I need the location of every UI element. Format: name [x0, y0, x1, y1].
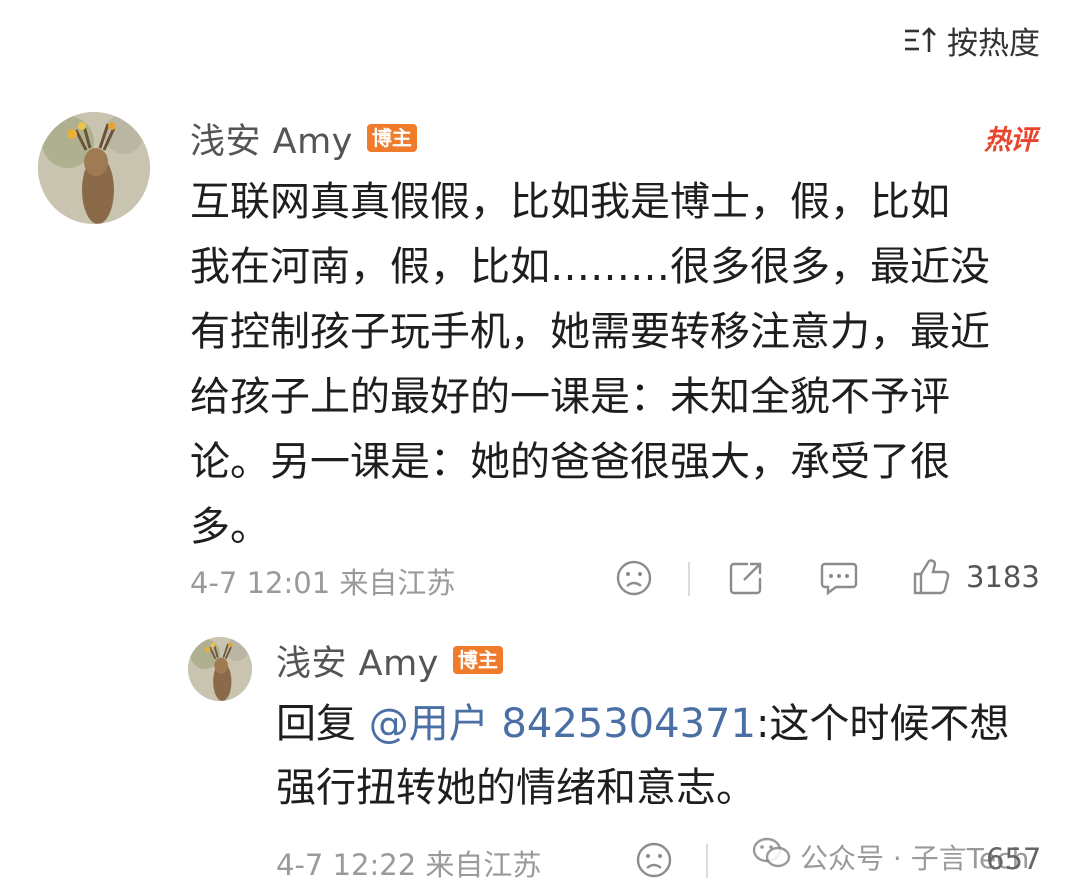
avatar[interactable]	[38, 112, 150, 224]
reply-author-row: 浅安 Amy 博主	[276, 636, 503, 684]
reply-avatar[interactable]	[188, 637, 252, 701]
wechat-icon	[752, 836, 792, 877]
comment-username[interactable]: 浅安 Amy	[190, 113, 353, 164]
comment-timestamp: 4-7 12:01 来自江苏	[190, 566, 456, 600]
mention-link[interactable]: @用户 8425304371	[369, 701, 756, 747]
sad-face-icon[interactable]	[614, 558, 654, 598]
comment-icon[interactable]	[818, 558, 860, 598]
reply-prefix: 回复	[276, 701, 369, 747]
sort-icon	[903, 25, 937, 55]
comment-author-row: 浅安 Amy 博主	[190, 114, 417, 162]
comment-line: 有控制孩子玩手机，她需要转移注意力，最近	[190, 309, 990, 355]
comment-line: 论。另一课是：她的爸爸很强大，承受了很	[190, 439, 950, 485]
reply-line: 强行扭转她的情绪和意志。	[276, 765, 756, 811]
sort-label: 按热度	[947, 25, 1040, 62]
reply-sad-face-icon[interactable]	[634, 840, 674, 880]
comment-line: 给孩子上的最好的一课是：未知全貌不予评	[190, 374, 950, 420]
like-count: 3183	[966, 560, 1040, 594]
comment-line: 我在河南，假，比如………很多很多，最近没	[190, 244, 990, 290]
sort-by-heat-button[interactable]: 按热度	[903, 18, 1040, 62]
reply-blogger-badge: 博主	[452, 646, 503, 674]
reply-like-count: 657	[986, 842, 1042, 876]
share-icon[interactable]	[726, 558, 766, 598]
comment-body: 互联网真真假假，比如我是博士，假，比如 我在河南，假，比如………很多很多，最近没…	[190, 170, 1050, 560]
comment-line: 互联网真真假假，比如我是博士，假，比如	[190, 179, 950, 225]
comment-line: 多。	[190, 504, 270, 550]
reply-body: 回复 @用户 8425304371:这个时候不想 强行扭转她的情绪和意志。	[276, 692, 1056, 820]
reply-username[interactable]: 浅安 Amy	[276, 635, 439, 686]
reply-line: 回复 @用户 8425304371:这个时候不想	[276, 692, 1056, 756]
blogger-badge: 博主	[366, 124, 417, 152]
reply-text-rest: :这个时候不想	[755, 701, 1010, 747]
reply-timestamp: 4-7 12:22 来自江苏	[276, 848, 542, 882]
thumbs-up-icon[interactable]	[910, 556, 952, 598]
hot-comment-tag: 热评	[984, 125, 1037, 156]
reply-divider	[706, 844, 708, 878]
divider	[688, 562, 690, 596]
